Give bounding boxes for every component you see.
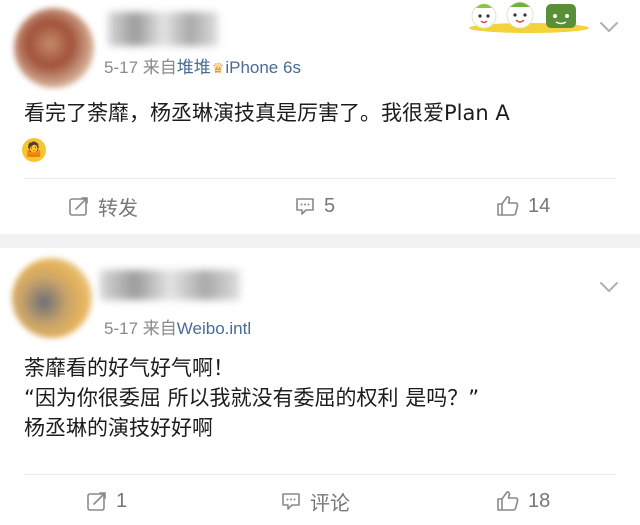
divider xyxy=(24,474,616,475)
source-name[interactable]: Weibo.intl xyxy=(177,319,251,338)
like-count: 18 xyxy=(528,489,551,512)
like-count: 14 xyxy=(528,194,551,217)
content-line: “因为你很委屈 所以我就没有委屈的权利 是吗？” xyxy=(24,386,480,410)
comment-button[interactable]: 评论 xyxy=(280,481,350,521)
comment-icon xyxy=(282,493,300,510)
source-device[interactable]: iPhone 6s xyxy=(225,58,301,77)
post-separator xyxy=(0,234,640,248)
comment-count: 5 xyxy=(324,194,336,217)
shrug-emoji: 🤷 xyxy=(22,138,46,162)
avatar[interactable] xyxy=(12,258,92,338)
thumbs-up-icon xyxy=(497,491,519,511)
divider xyxy=(24,178,616,179)
post-date: 5-17 xyxy=(104,58,139,77)
thumbs-up-icon xyxy=(497,196,519,216)
post-date: 5-17 xyxy=(104,319,139,338)
repost-count: 1 xyxy=(116,489,128,512)
content-line: 荼靡看的好气好气啊！ xyxy=(24,356,234,380)
source-prefix: 来自 xyxy=(142,58,177,77)
source-name[interactable]: 堆堆 xyxy=(177,58,211,77)
chevron-down-icon[interactable] xyxy=(598,16,620,38)
repost-label: 转发 xyxy=(98,197,138,220)
avatar[interactable] xyxy=(14,8,94,88)
repost-button[interactable]: 1 xyxy=(86,481,127,521)
content-line: 杨丞琳的演技好好啊 xyxy=(24,416,213,440)
weibo-post: 5-17 来自Weibo.intl 荼靡看的好气好气啊！ “因为你很委屈 所以我… xyxy=(0,248,640,525)
chevron-down-icon[interactable] xyxy=(598,276,620,298)
action-bar: 1 评论 18 xyxy=(0,481,640,521)
weibo-post: 5-17 来自堆堆♛iPhone 6s 看完了荼靡，杨丞琳演技真是厉害了。我很爱… xyxy=(0,0,640,234)
comment-label: 评论 xyxy=(310,492,350,515)
comment-icon xyxy=(296,198,314,215)
post-meta: 5-17 来自堆堆♛iPhone 6s xyxy=(104,53,301,78)
repost-icon xyxy=(69,197,88,216)
post-content: 看完了荼靡，杨丞琳演技真是厉害了。我很爱Plan A xyxy=(24,98,600,128)
comment-button[interactable]: 5 xyxy=(294,186,335,226)
post-content: 荼靡看的好气好气啊！ “因为你很委屈 所以我就没有委屈的权利 是吗？” 杨丞琳的… xyxy=(24,353,600,443)
username-blurred[interactable] xyxy=(100,270,240,300)
crown-icon: ♛ xyxy=(211,60,225,76)
cartoon-badge-icon xyxy=(469,1,589,33)
repost-icon xyxy=(87,492,106,511)
action-bar: 转发 5 14 xyxy=(0,186,640,226)
content-line: 看完了荼靡，杨丞琳演技真是厉害了。我很爱Plan A xyxy=(24,101,510,125)
source-prefix: 来自 xyxy=(142,319,177,338)
like-button[interactable]: 14 xyxy=(496,186,550,226)
post-meta: 5-17 来自Weibo.intl xyxy=(104,314,251,339)
repost-button[interactable]: 转发 xyxy=(68,186,138,226)
like-button[interactable]: 18 xyxy=(496,481,550,521)
username-blurred[interactable] xyxy=(108,12,218,46)
